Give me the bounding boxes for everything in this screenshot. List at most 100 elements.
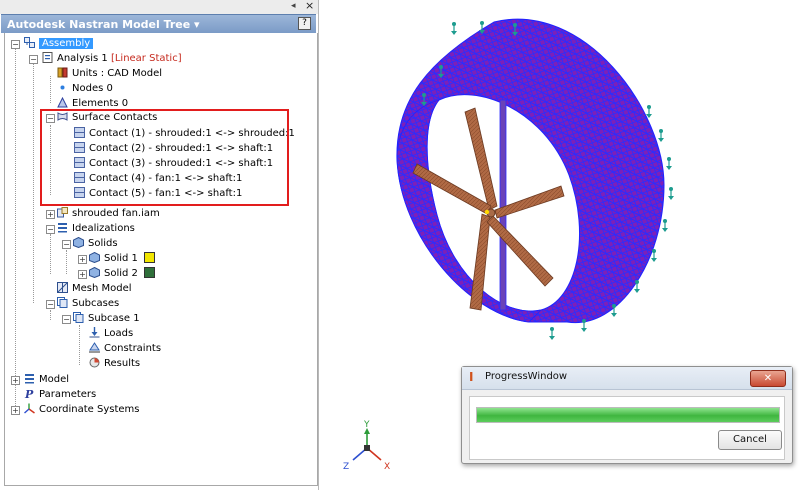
hub-marker-icon [484, 209, 490, 215]
expander-idealizations[interactable]: − [46, 225, 55, 234]
constraints-label: Constraints [104, 343, 162, 354]
expander-subcase-1[interactable]: − [62, 315, 71, 324]
tree-node-analysis[interactable]: Analysis 1 [Linear Static] [42, 51, 182, 66]
tree-node-results[interactable]: Results [89, 356, 140, 371]
close-button[interactable]: ✕ [750, 370, 786, 387]
app-icon: I [469, 370, 474, 384]
tree-frame [4, 33, 318, 486]
shroud-mesh [396, 18, 665, 324]
expander-coordinate-systems[interactable]: + [11, 406, 20, 415]
units-label: Units : CAD Model [72, 68, 163, 79]
shaft [499, 99, 507, 311]
solids-label: Solids [88, 238, 118, 249]
idealizations-label: Idealizations [72, 223, 135, 234]
solids-icon [73, 236, 84, 248]
assembly-icon [24, 36, 35, 48]
tree-line [50, 76, 51, 103]
analysis-type: [Linear Static] [110, 53, 182, 64]
constraint-marker-icon [662, 219, 668, 232]
subcases-icon [57, 296, 68, 308]
tree-node-subcases[interactable]: Subcases [57, 296, 119, 311]
coordinate-triad[interactable]: Y X Z [343, 420, 390, 472]
constraint-marker-icon [646, 105, 652, 118]
help-icon[interactable]: ? [298, 17, 311, 30]
solid-1-label: Solid 1 [104, 253, 138, 264]
tree-node-subcase-1[interactable]: Subcase 1 [73, 311, 140, 326]
elements-label: Elements 0 [72, 98, 129, 109]
svg-text:P: P [24, 388, 34, 399]
solid-1-color-swatch [143, 251, 155, 263]
highlight-box [40, 109, 289, 206]
expander-solid-1[interactable]: + [78, 255, 87, 264]
expander-solids[interactable]: − [62, 240, 71, 249]
tree-line [50, 310, 51, 320]
tree-node-units[interactable]: Units : CAD Model [57, 66, 162, 81]
part-icon [57, 206, 68, 217]
tree-node-model[interactable]: Model [24, 372, 69, 387]
subcases-label: Subcases [72, 298, 120, 309]
elements-icon [57, 96, 68, 107]
part-label: shrouded fan.iam [72, 208, 160, 219]
parameters-icon: P [24, 388, 34, 399]
subcase-icon [73, 311, 84, 323]
tree-node-mesh-model[interactable]: Mesh Model [57, 281, 132, 296]
tree-node-idealizations[interactable]: Idealizations [57, 221, 135, 236]
tree-line [66, 250, 67, 274]
loads-icon [89, 326, 100, 338]
expander-subcases[interactable]: − [46, 300, 55, 309]
expander-solid-2[interactable]: + [78, 270, 87, 279]
tree-node-solid-2[interactable]: Solid 2 [89, 266, 155, 281]
tree-node-loads[interactable]: Loads [89, 326, 133, 341]
expander-model[interactable]: + [11, 376, 20, 385]
progress-bar-fill [477, 408, 779, 422]
units-icon [57, 67, 68, 77]
y-axis-label: Y [363, 420, 370, 430]
parameters-label: Parameters [39, 389, 97, 400]
tree-node-coordinate-systems[interactable]: Coordinate Systems [24, 402, 140, 417]
solid-2-color-swatch [143, 266, 155, 278]
tree-line [50, 234, 51, 274]
analysis-icon [42, 51, 53, 63]
subcase-1-label: Subcase 1 [88, 313, 140, 324]
analysis-label: Analysis 1 [57, 53, 108, 64]
tree-line [33, 63, 34, 303]
panel-title[interactable]: Autodesk Nastran Model Tree ▾ [7, 18, 200, 31]
expander-part[interactable]: + [46, 210, 55, 219]
panel-top-strip: ◂ × [0, 0, 318, 14]
tree-node-assembly[interactable]: Assembly [24, 36, 94, 51]
progress-bar [476, 407, 780, 423]
constraint-marker-icon [666, 157, 672, 170]
coordinate-systems-icon [24, 403, 35, 414]
mesh-model-icon [57, 281, 68, 293]
cancel-button[interactable]: Cancel [718, 430, 782, 450]
progress-window-body: Cancel [469, 396, 785, 460]
panel-close-icon[interactable]: × [305, 0, 314, 12]
pin-icon[interactable]: ◂ [291, 1, 296, 11]
expander-assembly[interactable]: − [11, 40, 20, 49]
solid-icon [89, 266, 100, 278]
progress-window-titlebar[interactable]: I ProgressWindow ✕ [462, 367, 792, 390]
model-icon [25, 373, 34, 383]
constraint-marker-icon [451, 22, 457, 35]
tree-line [79, 325, 80, 365]
coordinate-systems-label: Coordinate Systems [39, 404, 140, 415]
loads-label: Loads [104, 328, 134, 339]
z-axis-label: Z [343, 462, 349, 472]
constraints-icon [89, 341, 100, 352]
panel-title-bar[interactable]: Autodesk Nastran Model Tree ▾ ? [1, 14, 316, 33]
progress-window[interactable]: I ProgressWindow ✕ Cancel [461, 366, 793, 464]
constraint-marker-icon [549, 327, 555, 340]
model-label: Model [39, 374, 70, 385]
model-tree-panel: ◂ × Autodesk Nastran Model Tree ▾ ? − As… [0, 0, 319, 490]
tree-node-part[interactable]: shrouded fan.iam [57, 206, 160, 221]
expander-analysis[interactable]: − [29, 55, 38, 64]
nodes-label: Nodes 0 [72, 83, 113, 94]
tree-node-solids[interactable]: Solids [73, 236, 118, 251]
tree-node-solid-1[interactable]: Solid 1 [89, 251, 155, 266]
tree-node-parameters[interactable]: P Parameters [24, 387, 96, 402]
solid-2-label: Solid 2 [104, 268, 138, 279]
constraint-marker-icon [658, 129, 664, 142]
tree-node-nodes[interactable]: Nodes 0 [57, 81, 113, 96]
idealizations-icon [58, 222, 67, 232]
tree-node-constraints[interactable]: Constraints [89, 341, 161, 356]
